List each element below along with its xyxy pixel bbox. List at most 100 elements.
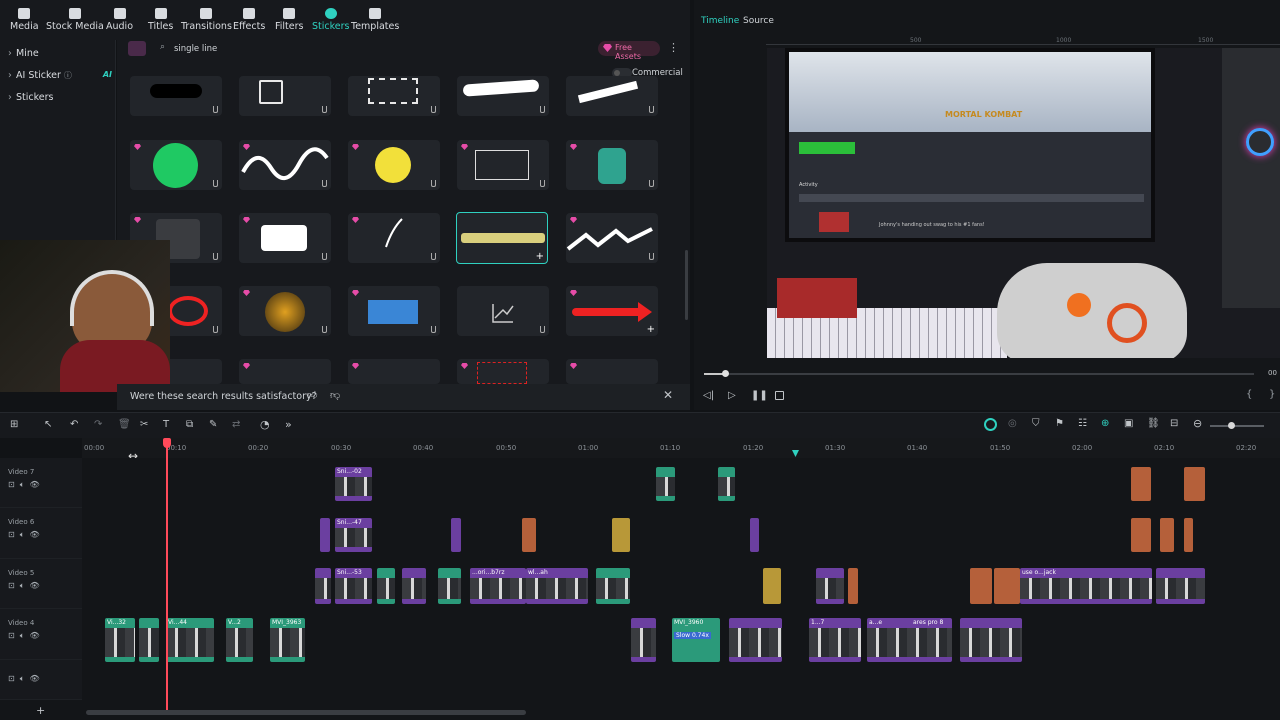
sticker-single-line-stroke[interactable] — [348, 213, 440, 263]
clip[interactable]: wl...ah — [526, 568, 588, 604]
clip[interactable] — [139, 618, 159, 662]
mixer-icon[interactable]: ☷ — [1078, 418, 1087, 429]
nav-item-stickers[interactable]: › Stickers — [8, 92, 53, 103]
timeline-scrollbar[interactable] — [86, 710, 526, 715]
tab-filters[interactable]: Filters — [275, 8, 303, 32]
track-controls[interactable]: ⊡🔈︎👁︎ — [8, 480, 45, 490]
fit-icon[interactable]: ⊟ — [1170, 418, 1178, 429]
playback-progress[interactable] — [704, 373, 1254, 375]
sticker-white-arrow-left[interactable] — [566, 76, 658, 116]
more-tools-icon[interactable]: » — [285, 418, 292, 431]
track-controls[interactable]: ⊡🔈︎👁︎ — [8, 530, 45, 540]
sticker-red-arrow-right[interactable]: + — [566, 286, 658, 336]
clip[interactable]: Vi...44 — [166, 618, 214, 662]
tab-stickers[interactable]: Stickers — [312, 8, 349, 32]
search-input[interactable]: single line — [174, 44, 217, 54]
crop-icon[interactable]: ⧉ — [186, 419, 193, 430]
add-track-icon[interactable]: + — [36, 704, 45, 717]
sticker-box-outline[interactable] — [239, 76, 331, 116]
clip[interactable] — [402, 568, 426, 604]
stop-icon[interactable] — [775, 391, 784, 400]
clip[interactable] — [656, 467, 675, 501]
add-icon[interactable]: + — [647, 324, 655, 335]
clip[interactable]: 1...7 — [809, 618, 861, 662]
zoom-knob[interactable] — [1228, 422, 1235, 429]
free-assets-button[interactable]: Free Assets — [598, 41, 660, 61]
clip[interactable]: Sni...-02 — [335, 467, 372, 501]
clip[interactable]: MVI_3963 — [270, 618, 305, 662]
clip[interactable] — [522, 518, 536, 552]
sticker-partial-4[interactable] — [457, 359, 549, 384]
nav-item-ai-sticker[interactable]: › AI Sticker ⓘ AI — [8, 70, 112, 81]
clip[interactable] — [1131, 467, 1151, 501]
zoom-out-icon[interactable]: ⊖ — [1193, 417, 1202, 430]
clip[interactable] — [1184, 467, 1205, 501]
more-options-icon[interactable]: ⋮ — [668, 41, 679, 54]
clip[interactable] — [970, 568, 992, 604]
clip[interactable] — [729, 618, 782, 662]
pip-icon[interactable]: ▣ — [1124, 418, 1133, 429]
clip[interactable] — [994, 568, 1020, 604]
sticker-zigzag-arrow[interactable] — [566, 213, 658, 263]
thumbs-down-icon[interactable]: 👎︎ — [330, 389, 340, 401]
tab-stock-media[interactable]: Stock Media — [46, 8, 104, 32]
pen-icon[interactable]: ✎ — [209, 419, 217, 430]
sticker-black-bar[interactable] — [130, 76, 222, 116]
clip[interactable] — [750, 518, 759, 552]
clip[interactable]: MVI_3960 Slow 0.74x — [672, 618, 720, 662]
sticker-brush-arrow[interactable] — [457, 76, 549, 116]
sticker-line-chart[interactable] — [457, 286, 549, 336]
select-tool-icon[interactable]: ↖ — [44, 419, 52, 430]
playhead-handle[interactable] — [163, 438, 171, 448]
sticker-squiggle-arrow[interactable] — [239, 140, 331, 190]
bracket-left-icon[interactable]: { — [1246, 389, 1252, 400]
clip[interactable] — [816, 568, 844, 604]
track-controls[interactable]: ⊡🔈︎👁︎ — [8, 674, 45, 684]
panel-scrollbar[interactable] — [685, 250, 688, 320]
clip[interactable] — [848, 568, 858, 604]
sticker-letter-j[interactable] — [239, 286, 331, 336]
tab-templates[interactable]: Templates — [351, 8, 399, 32]
clip[interactable] — [320, 518, 330, 552]
sticker-partial-3[interactable] — [348, 359, 440, 384]
tab-transitions[interactable]: Transitions — [181, 8, 232, 32]
text-tool-icon[interactable]: T — [163, 419, 169, 430]
marker-flag[interactable] — [792, 450, 799, 457]
sticker-rect-outline[interactable] — [457, 140, 549, 190]
sticker-yellow-circle[interactable] — [348, 140, 440, 190]
tab-source[interactable]: Source — [743, 16, 774, 26]
clip[interactable]: Vi...32 — [105, 618, 135, 662]
clip[interactable] — [612, 518, 630, 552]
tab-media[interactable]: Media — [10, 8, 39, 32]
tab-effects[interactable]: Effects — [233, 8, 265, 32]
bracket-right-icon[interactable]: } — [1269, 389, 1275, 400]
sticker-partial-2[interactable] — [239, 359, 331, 384]
add-icon[interactable]: + — [536, 251, 544, 262]
speed-icon[interactable]: ◔ — [260, 418, 270, 431]
pause-icon[interactable]: ❚❚ — [751, 390, 768, 401]
render-icon[interactable]: ◎ — [1008, 418, 1017, 429]
clip[interactable] — [438, 568, 461, 604]
sticker-green-hat[interactable] — [130, 140, 222, 190]
sticker-dashed-rect[interactable] — [348, 76, 440, 116]
link-icon[interactable]: ⛓ — [1147, 418, 1160, 429]
shield-icon[interactable]: ⛉ — [1032, 418, 1040, 429]
timeline-ruler[interactable]: 00:00 00:10 00:20 00:30 00:40 00:50 01:0… — [82, 438, 1280, 458]
clip[interactable]: ...ori...b7rz — [470, 568, 526, 604]
clip[interactable] — [377, 568, 395, 604]
sticker-partial-5[interactable] — [566, 359, 658, 384]
play-icon[interactable]: ▷ — [728, 390, 736, 401]
clip[interactable]: use o...jack — [1020, 568, 1152, 604]
sticker-blue-rect[interactable] — [348, 286, 440, 336]
track-controls[interactable]: ⊡🔈︎👁︎ — [8, 631, 45, 641]
clip[interactable] — [1184, 518, 1193, 552]
delete-icon[interactable]: 🗑︎ — [118, 419, 131, 430]
clip[interactable]: Sni...-53 — [335, 568, 372, 604]
adjust-icon[interactable]: ⇄ — [232, 419, 240, 430]
clip[interactable] — [1131, 518, 1151, 552]
clip[interactable] — [763, 568, 781, 604]
clip[interactable] — [631, 618, 656, 662]
redo-icon[interactable]: ↷ — [94, 419, 102, 430]
split-icon[interactable]: ✂ — [140, 419, 148, 430]
tab-timeline[interactable]: Timeline — [701, 16, 739, 26]
